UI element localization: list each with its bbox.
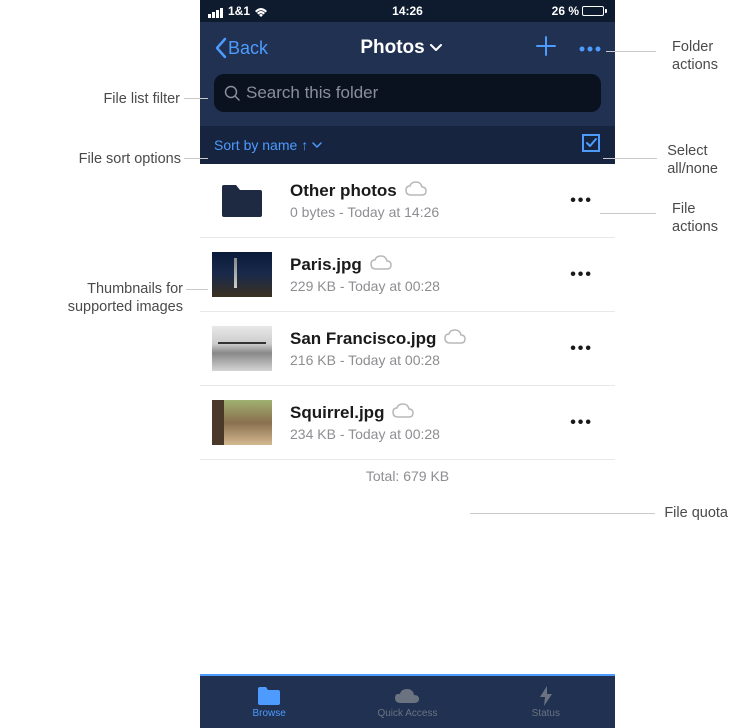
file-actions-button[interactable]: ••• (560, 266, 603, 284)
folder-icon (257, 686, 281, 706)
folder-thumbnail (212, 178, 272, 223)
wifi-icon (254, 4, 268, 18)
list-item[interactable]: Squirrel.jpg 234 KB - Today at 00:28 ••• (200, 386, 615, 460)
search-input[interactable] (246, 83, 591, 103)
search-icon (224, 85, 240, 101)
back-label: Back (228, 38, 268, 59)
cloud-icon (394, 686, 420, 706)
tab-label: Status (532, 708, 560, 719)
folder-icon (220, 183, 264, 219)
sort-bar: Sort by name ↑ (200, 126, 615, 164)
sort-direction-icon: ↑ (301, 137, 308, 153)
title-dropdown[interactable]: Photos (268, 37, 535, 59)
file-list: Other photos 0 bytes - Today at 14:26 ••… (200, 164, 615, 674)
chevron-left-icon (214, 37, 227, 59)
file-meta: 216 KB - Today at 00:28 (290, 352, 560, 368)
chevron-down-icon (312, 142, 322, 148)
select-all-button[interactable] (581, 133, 601, 158)
file-name: Paris.jpg (290, 255, 362, 275)
folder-actions-button[interactable] (579, 39, 601, 57)
battery-pct: 26 % (552, 4, 579, 18)
callout-sort-options: File sort options (43, 150, 181, 168)
sort-button[interactable]: Sort by name ↑ (214, 137, 322, 153)
tab-browse[interactable]: Browse (200, 676, 338, 728)
phone-frame: 1&1 14:26 26 % Back Photos (200, 0, 615, 728)
battery-icon (582, 6, 607, 16)
callout-thumbnails: Thumbnails for supported images (43, 280, 183, 316)
cloud-icon (405, 181, 427, 201)
page-title: Photos (360, 37, 424, 59)
signal-icon (208, 4, 224, 18)
image-thumbnail (212, 326, 272, 371)
tab-quick-access[interactable]: Quick Access (338, 676, 476, 728)
chevron-down-icon (429, 44, 443, 52)
nav-bar: Back Photos (200, 22, 615, 74)
tab-label: Browse (252, 708, 285, 719)
file-meta: 0 bytes - Today at 14:26 (290, 204, 560, 220)
tab-label: Quick Access (377, 708, 437, 719)
callout-file-actions: File actions (672, 200, 718, 236)
callout-file-filter: File list filter (70, 90, 180, 108)
total-size: Total: 679 KB (200, 460, 615, 492)
file-actions-button[interactable]: ••• (560, 414, 603, 432)
file-name: Other photos (290, 181, 397, 201)
search-field[interactable] (214, 74, 601, 112)
callout-folder-actions: Folder actions (672, 38, 718, 74)
file-actions-button[interactable]: ••• (560, 192, 603, 210)
bolt-icon (540, 686, 552, 706)
cloud-icon (444, 329, 466, 349)
image-thumbnail (212, 400, 272, 445)
search-container (200, 74, 615, 126)
cloud-icon (392, 403, 414, 423)
add-button[interactable] (535, 35, 557, 62)
list-item[interactable]: San Francisco.jpg 216 KB - Today at 00:2… (200, 312, 615, 386)
list-item[interactable]: Other photos 0 bytes - Today at 14:26 ••… (200, 164, 615, 238)
carrier-label: 1&1 (228, 4, 250, 18)
list-item[interactable]: Paris.jpg 229 KB - Today at 00:28 ••• (200, 238, 615, 312)
cloud-icon (370, 255, 392, 275)
clock: 14:26 (392, 4, 423, 18)
sort-label-text: Sort by name (214, 137, 297, 153)
image-thumbnail (212, 252, 272, 297)
file-name: San Francisco.jpg (290, 329, 436, 349)
file-meta: 229 KB - Today at 00:28 (290, 278, 560, 294)
file-name: Squirrel.jpg (290, 403, 384, 423)
file-meta: 234 KB - Today at 00:28 (290, 426, 560, 442)
file-actions-button[interactable]: ••• (560, 340, 603, 358)
tab-status[interactable]: Status (477, 676, 615, 728)
back-button[interactable]: Back (214, 37, 268, 59)
tab-bar: Browse Quick Access Status (200, 674, 615, 728)
status-bar: 1&1 14:26 26 % (200, 0, 615, 22)
callout-quota: File quota (664, 504, 728, 522)
callout-select: Select all/none (667, 142, 718, 178)
